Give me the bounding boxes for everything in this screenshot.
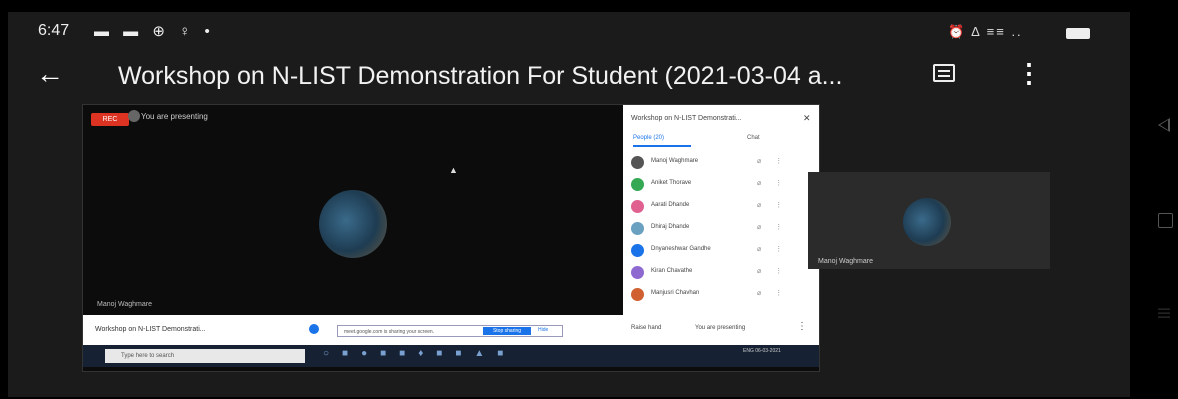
signal-icons: ⏰ Δ ≡≡ .. [948,24,1023,39]
participant-name: Aniket Thorave [651,180,692,186]
people-panel: Workshop on N-LIST Demonstrati... ✕ Peop… [623,105,819,315]
status-time: 6:47 [38,22,70,39]
participant-name: Dhiraj Dhande [651,224,690,230]
participant-name: Manjusri Chavhan [651,290,700,296]
mic-off-icon[interactable]: ⌀⋮ [757,179,796,187]
participant-name: Aarati Dhande [651,202,690,208]
rec-badge: REC [91,113,129,126]
presenter-name: Manoj Waghmare [97,301,152,308]
participant-row[interactable]: Dhiraj Dhande ⌀⋮ [631,219,811,239]
mic-off-icon[interactable]: ⌀⋮ [757,223,796,231]
main-video-avatar [319,190,387,258]
participant-row[interactable]: Manjusri Chavhan ⌀⋮ [631,285,811,305]
shield-icon [309,324,319,334]
more-options-icon[interactable]: ⋮ [1016,58,1042,89]
participant-avatar [631,222,644,235]
participant-avatar [631,288,644,301]
participant-tile: Manoj Waghmare [808,172,1050,269]
participant-avatar [631,244,644,257]
participant-name: Manoj Waghmare [651,158,699,164]
participant-row[interactable]: Aarati Dhande ⌀⋮ [631,197,811,217]
video-frame: 6:47 ▬ ▬ ⊕ ♀ • ⏰ Δ ≡≡ .. ← Workshop on N… [8,12,1173,397]
nav-home-icon[interactable] [1158,213,1173,228]
raise-hand-button[interactable]: Raise hand [631,325,661,331]
hide-button[interactable]: Hide [538,327,548,333]
tile-avatar [903,198,951,246]
participant-row[interactable]: Dnyaneshwar Gandhe ⌀⋮ [631,241,811,261]
participant-avatar [631,156,644,169]
mouse-cursor-icon: ▲ [449,165,458,175]
nav-recent-icon[interactable]: — — — [1158,302,1172,322]
tab-chat[interactable]: Chat [747,135,760,141]
participant-row[interactable]: Kiran Chavathe ⌀⋮ [631,263,811,283]
participant-name: Kiran Chavathe [651,268,693,274]
presenting-label: You are presenting [141,112,208,121]
presenter-avatar [128,110,140,122]
taskbar-search[interactable]: Type here to search [105,349,305,363]
meet-bottom-bar: Workshop on N-LIST Demonstrati... meet.g… [83,315,819,345]
meeting-title: Workshop on N-LIST Demonstrati... [95,326,206,333]
status-bar: 6:47 ▬ ▬ ⊕ ♀ • ⏰ Δ ≡≡ .. [8,12,1130,52]
notification-icons: ▬ ▬ ⊕ ♀ • [94,23,215,40]
tab-people[interactable]: People (20) [633,135,691,147]
mic-off-icon[interactable]: ⌀⋮ [757,267,796,275]
participant-avatar [631,266,644,279]
back-arrow-icon[interactable]: ← [36,58,64,90]
app-header: ← Workshop on N-LIST Demonstration For S… [8,52,1130,102]
stop-sharing-button[interactable]: Stop sharing [483,327,531,335]
taskbar-app-icons: ○■●■■♦■■▲■ [323,348,517,359]
taskbar-clock: ENG 06-03-2021 [743,348,781,354]
participant-row[interactable]: Aniket Thorave ⌀⋮ [631,175,811,195]
tile-name: Manoj Waghmare [818,258,873,265]
shared-screen: REC You are presenting ▲ Manoj Waghmare … [82,104,820,372]
close-icon[interactable]: ✕ [803,113,811,124]
mic-off-icon[interactable]: ⌀⋮ [757,157,796,165]
mic-off-icon[interactable]: ⌀⋮ [757,245,796,253]
notes-icon[interactable] [933,64,955,82]
participant-avatar [631,178,644,191]
battery-icon [1066,28,1090,39]
video-title: Workshop on N-LIST Demonstration For Stu… [118,62,843,90]
meet-more-icon[interactable]: ⋮ [797,321,807,332]
nav-back-icon[interactable] [1158,118,1170,132]
participant-name: Dnyaneshwar Gandhe [651,246,711,252]
windows-taskbar: Type here to search ○■●■■♦■■▲■ ENG 06-03… [83,345,819,367]
panel-title: Workshop on N-LIST Demonstrati... [631,115,742,122]
you-are-presenting-button[interactable]: You are presenting [695,325,745,331]
participant-row[interactable]: Manoj Waghmare ⌀⋮ [631,153,811,173]
mic-off-icon[interactable]: ⌀⋮ [757,201,796,209]
mic-off-icon[interactable]: ⌀⋮ [757,289,796,297]
participant-avatar [631,200,644,213]
